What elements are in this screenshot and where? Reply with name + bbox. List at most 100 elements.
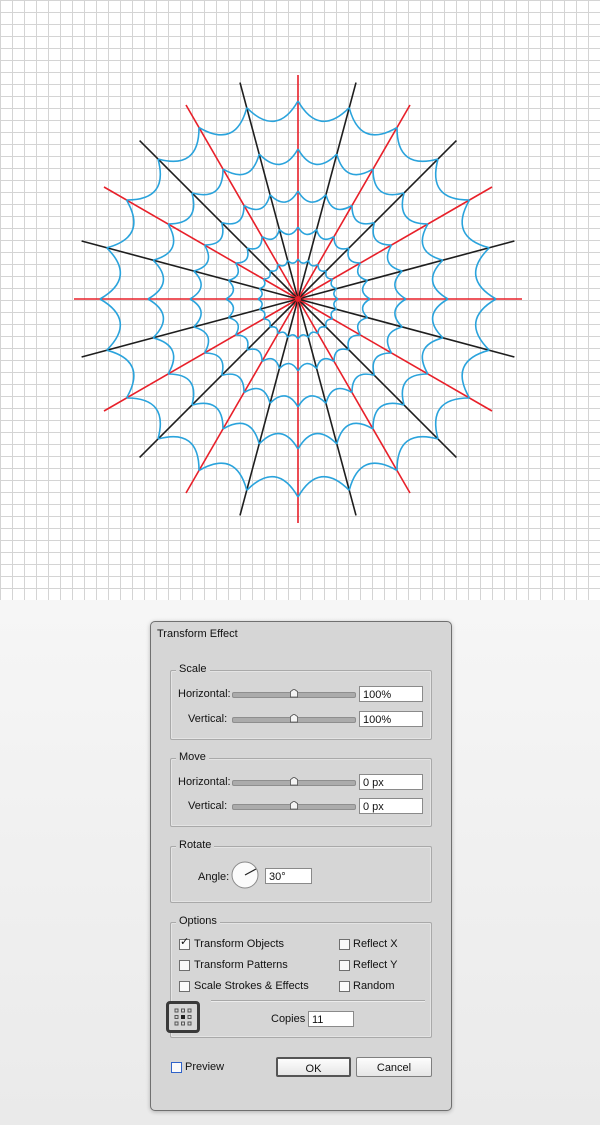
scale-strokes-checkbox[interactable]: [179, 981, 190, 992]
move-horizontal-slider[interactable]: [232, 777, 356, 786]
web-thread-arc: [257, 298, 263, 310]
slider-thumb-icon[interactable]: [290, 689, 298, 698]
web-thread-arc: [333, 348, 350, 362]
web-thread-arc: [394, 270, 407, 300]
black-spoke-line: [297, 298, 515, 358]
web-thread-arc: [225, 298, 235, 319]
web-thread-arc: [347, 247, 361, 264]
web-thread-arc: [246, 475, 299, 498]
web-thread-arc: [315, 229, 335, 241]
web-thread-arc: [157, 435, 200, 471]
web-thread-arc: [372, 222, 392, 246]
web-thread-arc: [168, 192, 195, 225]
scale-horizontal-field[interactable]: 100%: [359, 686, 423, 702]
web-thread-arc: [246, 236, 263, 250]
web-thread-arc: [394, 298, 407, 328]
scale-horizontal-label: Horizontal:: [178, 688, 231, 700]
web-thread-arc: [386, 326, 403, 354]
move-group: Move Horizontal: 0 px Vertical: 0 px: [170, 751, 432, 827]
random-checkbox[interactable]: [339, 981, 350, 992]
web-thread-arc: [259, 308, 266, 320]
web-thread-arc: [204, 352, 224, 376]
web-thread-arc: [243, 194, 271, 211]
preview-checkbox[interactable]: [171, 1062, 182, 1073]
web-thread-arc: [99, 247, 122, 300]
web-thread-arc: [193, 326, 210, 354]
web-thread-arc: [386, 244, 403, 272]
web-thread-arc: [277, 260, 289, 267]
web-thread-arc: [235, 247, 249, 264]
web-thread-arc: [261, 357, 281, 369]
copies-field[interactable]: 11: [308, 1011, 354, 1027]
web-thread-arc: [431, 298, 449, 339]
move-horizontal-label: Horizontal:: [178, 776, 231, 788]
web-thread-arc: [204, 222, 224, 246]
web-thread-arc: [277, 331, 289, 338]
web-thread-arc: [152, 337, 175, 375]
slider-thumb-icon[interactable]: [290, 714, 298, 723]
rotate-legend: Rotate: [176, 839, 215, 851]
reference-point-widget[interactable]: [166, 1001, 200, 1033]
web-thread-arc: [307, 260, 319, 267]
web-thread-arc: [474, 247, 497, 300]
move-vertical-label: Vertical:: [188, 800, 228, 812]
black-spoke-line: [297, 240, 515, 300]
web-thread-arc: [421, 337, 444, 375]
black-spoke-line: [239, 82, 299, 300]
web-thread-arc: [356, 262, 368, 282]
transform-objects-label: Transform Objects: [194, 938, 285, 950]
web-thread-arc: [297, 475, 350, 498]
reflect-y-label: Reflect Y: [353, 959, 398, 971]
preview-label: Preview: [185, 1061, 225, 1073]
web-thread-arc: [191, 169, 224, 196]
web-thread-arc: [461, 199, 490, 249]
angle-label: Angle:: [198, 871, 230, 883]
move-vertical-field[interactable]: 0 px: [359, 798, 423, 814]
scale-vertical-slider[interactable]: [232, 714, 356, 723]
web-thread-arc: [461, 349, 490, 399]
reflect-x-checkbox[interactable]: [339, 939, 350, 950]
web-thread-arc: [198, 107, 248, 136]
scale-strokes-label: Scale Strokes & Effects: [194, 980, 309, 992]
black-spoke-line: [81, 298, 299, 358]
scale-vertical-field[interactable]: 100%: [359, 711, 423, 727]
web-thread-arc: [297, 226, 318, 236]
web-thread-arc: [297, 258, 309, 264]
move-horizontal-field[interactable]: 0 px: [359, 774, 423, 790]
ok-button[interactable]: OK: [276, 1057, 351, 1077]
web-thread-arc: [372, 402, 405, 429]
web-thread-arc: [225, 279, 235, 300]
web-thread-arc: [325, 194, 353, 211]
web-thread-arc: [228, 316, 240, 336]
web-thread-arc: [396, 127, 439, 163]
slider-thumb-icon[interactable]: [290, 777, 298, 786]
web-thread-arc: [191, 402, 224, 429]
web-thread-arc: [189, 298, 202, 328]
web-thread-arc: [263, 318, 271, 328]
reference-point-grid-icon[interactable]: [174, 1008, 192, 1026]
transform-objects-checkbox[interactable]: ✓: [179, 937, 190, 950]
transform-patterns-checkbox[interactable]: [179, 960, 190, 971]
angle-field[interactable]: 30°: [265, 868, 312, 884]
scale-horizontal-slider[interactable]: [232, 689, 356, 698]
web-thread-arc: [333, 236, 350, 250]
web-thread-arc: [474, 298, 497, 351]
web-thread-arc: [258, 432, 299, 450]
web-thread-arc: [189, 270, 202, 300]
artboard-grid: [0, 0, 600, 600]
angle-dial-icon[interactable]: [230, 860, 260, 890]
cancel-button[interactable]: Cancel: [356, 1057, 432, 1077]
web-thread-arc: [351, 205, 375, 225]
scale-legend: Scale: [176, 663, 210, 675]
move-vertical-slider[interactable]: [232, 801, 356, 810]
web-thread-arc: [351, 373, 375, 393]
dialog-title: Transform Effect: [157, 628, 238, 640]
web-thread-arc: [106, 199, 135, 249]
slider-thumb-icon[interactable]: [290, 801, 298, 810]
web-thread-arc: [336, 422, 374, 445]
web-thread-arc: [297, 432, 338, 450]
black-spoke-line: [239, 298, 299, 516]
reflect-y-checkbox[interactable]: [339, 960, 350, 971]
web-thread-arc: [317, 326, 327, 334]
web-thread-arc: [330, 278, 337, 290]
